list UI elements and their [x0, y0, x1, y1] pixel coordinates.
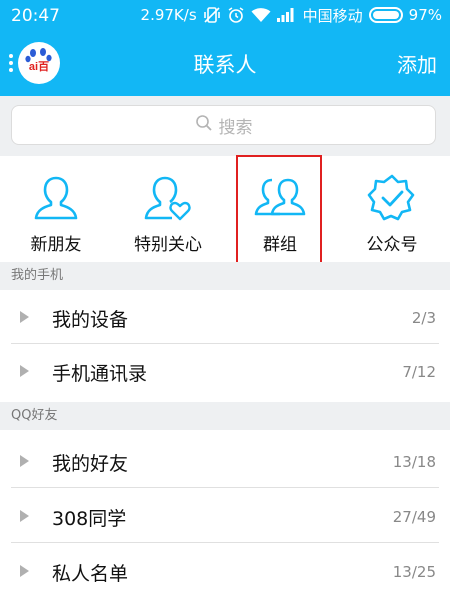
list-item-my-friends[interactable]: 我的好友 13/18 — [0, 434, 450, 488]
search-area: 搜索 — [0, 96, 450, 156]
status-time: 20:47 — [11, 6, 60, 26]
list-item-label: 私人名单 — [52, 563, 129, 585]
status-bar: 20:47 2.97K/s 中国移动 97% — [0, 0, 450, 30]
list-item-count: 27/49 — [392, 508, 436, 526]
category-label: 群组 — [263, 235, 297, 255]
vibrate-icon — [203, 6, 221, 24]
carrier-name: 中国移动 — [302, 6, 363, 25]
category-label: 新朋友 — [30, 235, 82, 255]
section-header: 我的手机 — [0, 262, 450, 290]
app-header: 20:47 2.97K/s 中国移动 97% ai百 联系人 添加 — [0, 0, 450, 96]
divider — [11, 487, 439, 488]
network-speed: 2.97K/s — [140, 6, 197, 24]
list-item-private-list[interactable]: 私人名单 13/25 — [0, 544, 450, 598]
search-input[interactable]: 搜索 — [11, 105, 436, 145]
list-item-count: 2/3 — [411, 309, 436, 327]
signal-icon — [276, 8, 297, 22]
list-item-phone-contacts[interactable]: 手机通讯录 7/12 — [0, 344, 450, 398]
list-item-label: 手机通讯录 — [52, 363, 148, 385]
search-placeholder: 搜索 — [218, 117, 253, 138]
list-item-label: 我的设备 — [52, 309, 129, 331]
expand-arrow-icon — [20, 365, 29, 377]
search-icon — [195, 114, 213, 137]
category-official-accounts[interactable]: 公众号 — [336, 156, 448, 262]
person-icon — [28, 170, 84, 230]
category-groups[interactable]: 群组 — [224, 156, 336, 262]
title-bar: ai百 联系人 添加 — [0, 30, 450, 96]
expand-arrow-icon — [20, 510, 29, 522]
battery-level: 97% — [408, 6, 442, 24]
expand-arrow-icon — [20, 311, 29, 323]
person-heart-icon — [140, 170, 196, 230]
battery-icon — [368, 7, 403, 23]
category-label: 公众号 — [366, 235, 418, 255]
list-item-classmates[interactable]: 308同学 27/49 — [0, 489, 450, 543]
list-item-count: 13/25 — [392, 563, 436, 581]
badge-check-icon — [364, 170, 420, 230]
list-item-label: 我的好友 — [52, 453, 129, 475]
list-item-count: 13/18 — [392, 453, 436, 471]
list-item-my-devices[interactable]: 我的设备 2/3 — [0, 290, 450, 344]
category-row: 新朋友 特别关心 群组 公众号 — [0, 156, 450, 262]
alarm-icon — [227, 6, 245, 24]
category-label: 特别关心 — [134, 235, 202, 255]
category-new-friends[interactable]: 新朋友 — [0, 156, 112, 262]
wifi-icon — [251, 7, 271, 23]
page-title: 联系人 — [193, 53, 257, 77]
expand-arrow-icon — [20, 565, 29, 577]
add-button[interactable]: 添加 — [397, 49, 437, 78]
divider — [11, 542, 439, 543]
list-item-label: 308同学 — [52, 508, 127, 530]
status-indicators: 2.97K/s 中国移动 97% — [141, 5, 442, 25]
list-item-count: 7/12 — [402, 363, 436, 381]
group-icon — [250, 170, 310, 230]
category-special-care[interactable]: 特别关心 — [112, 156, 224, 262]
section-header: QQ好友 — [0, 402, 450, 430]
expand-arrow-icon — [20, 455, 29, 467]
